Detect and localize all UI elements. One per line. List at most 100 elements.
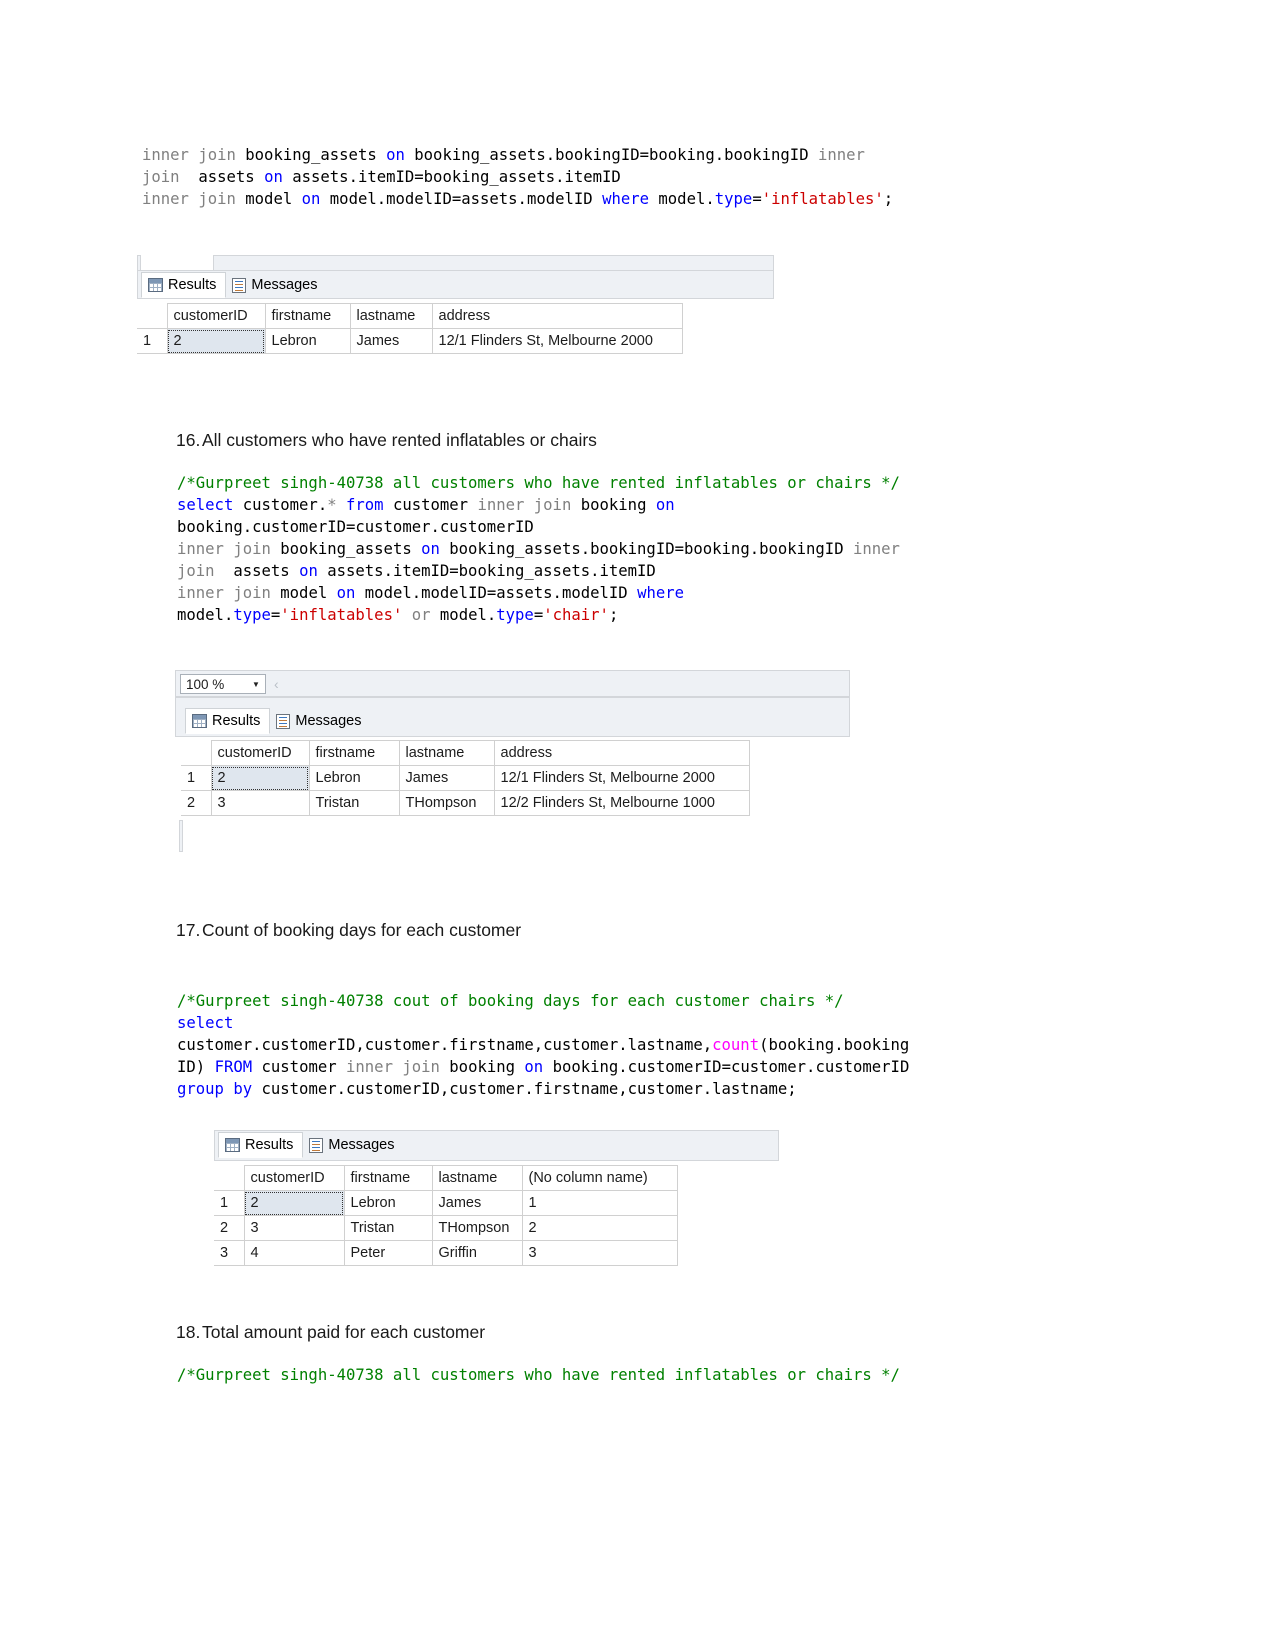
- grid-cell[interactable]: 2: [521, 1215, 678, 1241]
- grid-icon: [148, 278, 163, 292]
- tab-results[interactable]: Results: [141, 272, 227, 298]
- row-number[interactable]: 1: [181, 765, 212, 791]
- table-row[interactable]: 2 3 Tristan THompson 2: [214, 1215, 678, 1241]
- tab-results[interactable]: Results: [185, 708, 271, 734]
- code-line: /*Gurpreet singh-40738 all customers who…: [177, 1364, 900, 1386]
- grid-corner-cell[interactable]: [137, 303, 168, 329]
- column-header[interactable]: customerID: [166, 303, 266, 329]
- grid-cell[interactable]: 2: [243, 1190, 345, 1216]
- column-header[interactable]: customerID: [243, 1165, 345, 1191]
- code-line: select: [177, 1012, 909, 1034]
- code-line: inner join booking_assets on booking_ass…: [142, 144, 893, 166]
- grid-cell[interactable]: 3: [521, 1240, 678, 1266]
- pane3-tabrow: Results Messages: [218, 1131, 403, 1158]
- code-token: group by: [177, 1080, 262, 1098]
- grid-cell[interactable]: 3: [243, 1215, 345, 1241]
- code-line: /*Gurpreet singh-40738 cout of booking d…: [177, 990, 909, 1012]
- table-row[interactable]: 1 2 Lebron James 12/1 Flinders St, Melbourne…: [181, 765, 750, 791]
- tab-label: Messages: [328, 1137, 395, 1153]
- code-line: select customer.* from customer inner jo…: [177, 494, 900, 516]
- tab-messages[interactable]: Messages: [270, 708, 370, 734]
- section-16-heading: 16.All customers who have rented inflata…: [176, 430, 597, 451]
- row-number[interactable]: 1: [214, 1190, 245, 1216]
- grid-cell[interactable]: 3: [210, 790, 310, 816]
- table-row[interactable]: 3 4 Peter Griffin 3: [214, 1240, 678, 1266]
- grid-cell[interactable]: James: [398, 765, 495, 791]
- code-line: inner join booking_assets on booking_ass…: [177, 538, 900, 560]
- pane3-results-grid[interactable]: customerID firstname lastname (No column na…: [214, 1165, 678, 1266]
- code-token: type: [714, 190, 753, 208]
- message-icon: [309, 1137, 324, 1153]
- column-header[interactable]: address: [431, 303, 683, 329]
- column-header[interactable]: customerID: [210, 740, 310, 766]
- column-header[interactable]: lastname: [349, 303, 433, 329]
- pane2-zoom-bar[interactable]: 100 % ▼ ‹: [180, 673, 279, 695]
- code-token: =: [270, 606, 281, 624]
- grid-cell[interactable]: 4: [243, 1240, 345, 1266]
- grid-cell[interactable]: Peter: [343, 1240, 433, 1266]
- grid-cell[interactable]: 2: [210, 765, 310, 791]
- code-token: booking_assets: [280, 540, 422, 558]
- column-header[interactable]: lastname: [431, 1165, 523, 1191]
- row-number[interactable]: 2: [181, 790, 212, 816]
- code-token: customer.customerID,customer.firstname,c…: [261, 1080, 797, 1098]
- grid-cell[interactable]: THompson: [431, 1215, 523, 1241]
- row-number[interactable]: 2: [214, 1215, 245, 1241]
- code-line: /*Gurpreet singh-40738 all customers who…: [177, 472, 900, 494]
- code-token: on: [386, 146, 415, 164]
- column-header[interactable]: lastname: [398, 740, 495, 766]
- grid-cell[interactable]: Tristan: [308, 790, 400, 816]
- zoom-level-select[interactable]: 100 % ▼: [180, 674, 266, 694]
- sql-code-block-top: inner join booking_assets on booking_ass…: [142, 144, 893, 210]
- column-header[interactable]: address: [493, 740, 750, 766]
- code-token: booking: [580, 496, 656, 514]
- row-number[interactable]: 3: [214, 1240, 245, 1266]
- grid-corner-cell[interactable]: [181, 740, 212, 766]
- code-token: =: [533, 606, 544, 624]
- grid-cell[interactable]: Griffin: [431, 1240, 523, 1266]
- grid-cell[interactable]: James: [431, 1190, 523, 1216]
- grid-cell[interactable]: Tristan: [343, 1215, 433, 1241]
- table-row[interactable]: 1 2 Lebron James 1: [214, 1190, 678, 1216]
- grid-cell[interactable]: 12/1 Flinders St, Melbourne 2000: [493, 765, 750, 791]
- row-number[interactable]: 1: [137, 328, 168, 354]
- code-token: join: [177, 562, 234, 580]
- code-token: booking.customerID=customer.customerID: [552, 1058, 910, 1076]
- tab-messages[interactable]: Messages: [303, 1132, 403, 1158]
- table-row[interactable]: 2 3 Tristan THompson 12/2 Flinders St, Melbo…: [181, 790, 750, 816]
- code-token: ID): [177, 1058, 215, 1076]
- grid-cell[interactable]: Lebron: [308, 765, 400, 791]
- grid-cell[interactable]: THompson: [398, 790, 495, 816]
- code-token: inner join: [142, 146, 246, 164]
- grid-corner-cell[interactable]: [214, 1165, 245, 1191]
- grid-cell[interactable]: 2: [166, 328, 266, 354]
- tab-messages[interactable]: Messages: [226, 272, 326, 298]
- code-token: ;: [883, 190, 894, 208]
- grid-cell[interactable]: 12/2 Flinders St, Melbourne 1000: [493, 790, 750, 816]
- column-header[interactable]: firstname: [343, 1165, 433, 1191]
- code-token: on: [299, 562, 328, 580]
- code-line: customer.customerID,customer.firstname,c…: [177, 1034, 909, 1056]
- grid-cell[interactable]: Lebron: [343, 1190, 433, 1216]
- pane1-results-grid[interactable]: customerID firstname lastname address 1 2 Lebr…: [137, 303, 683, 354]
- tab-results[interactable]: Results: [218, 1132, 304, 1158]
- pane2-results-grid[interactable]: customerID firstname lastname address 1 2 Lebr…: [181, 740, 750, 816]
- table-row[interactable]: 1 2 Lebron James 12/1 Flinders St, Melbourne…: [137, 328, 683, 354]
- code-token: booking_assets.bookingID=booking.booking…: [449, 540, 853, 558]
- code-token: (booking.booking: [759, 1036, 910, 1054]
- column-header[interactable]: firstname: [308, 740, 400, 766]
- code-token: on: [421, 540, 450, 558]
- grid-cell[interactable]: Lebron: [264, 328, 351, 354]
- column-header[interactable]: (No column name): [521, 1165, 678, 1191]
- code-line: booking.customerID=customer.customerID: [177, 516, 900, 538]
- grid-cell[interactable]: 1: [521, 1190, 678, 1216]
- code-token: ;: [608, 606, 619, 624]
- grid-cell[interactable]: James: [349, 328, 433, 354]
- grid-cell[interactable]: 12/1 Flinders St, Melbourne 2000: [431, 328, 683, 354]
- code-token: assets.itemID=booking_assets.itemID: [292, 168, 621, 186]
- code-token: customer.: [242, 496, 328, 514]
- code-token: on: [301, 190, 330, 208]
- code-token: booking_assets: [245, 146, 387, 164]
- column-header[interactable]: firstname: [264, 303, 351, 329]
- tab-label: Messages: [251, 277, 318, 293]
